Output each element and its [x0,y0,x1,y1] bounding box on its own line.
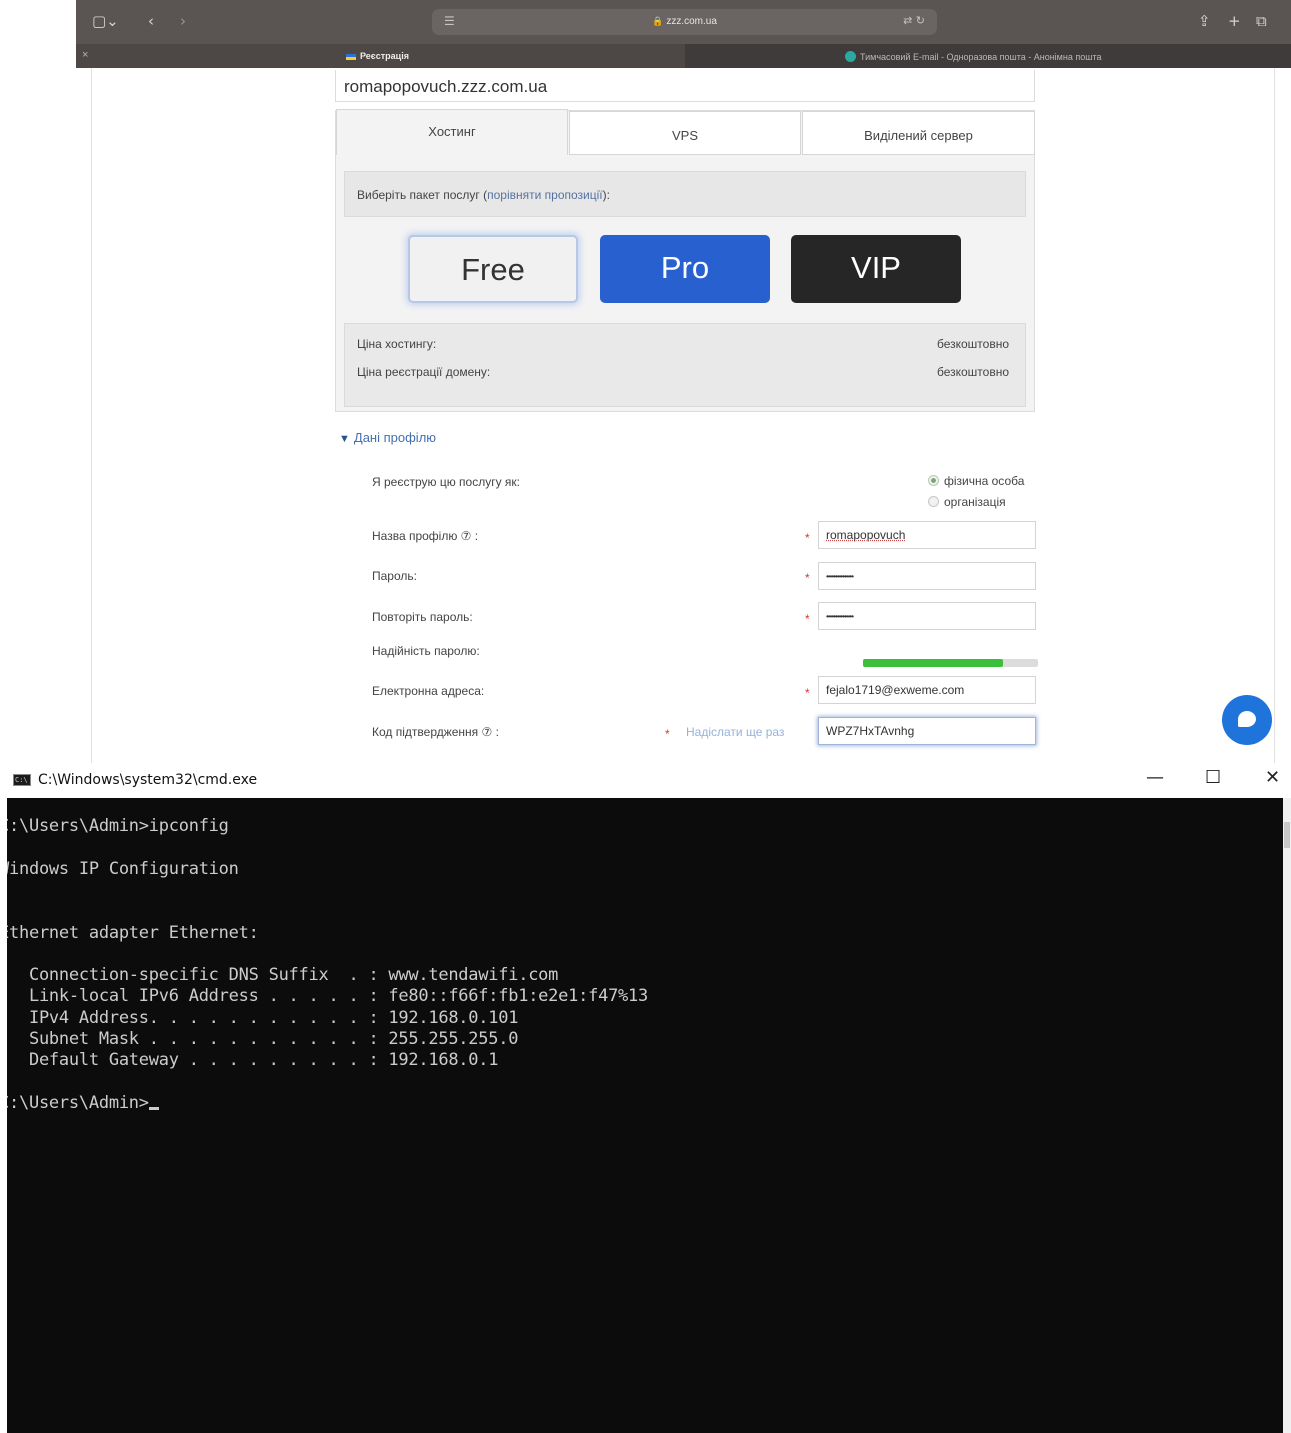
domain-field[interactable]: romapopovuch.zzz.com.ua [335,70,1035,102]
repeat-password-input[interactable]: ••••••••••••••• [818,602,1036,630]
translate-reload-icon[interactable]: ⇄ ↻ [903,14,925,27]
tab-temp-email[interactable]: Тимчасовий E-mail - Одноразова пошта - А… [685,44,1291,68]
plan-vip-button[interactable]: VIP [791,235,961,303]
cmd-app-icon: C:\ [13,774,31,786]
compare-plans-link[interactable]: порівняти пропозиції [487,188,603,202]
console-line: C:\Users\Admin>ipconfig [7,816,229,836]
price-label: Ціна хостингу: [357,337,437,351]
input-value: romapopovuch [826,528,906,542]
price-label: Ціна реєстрації домену: [357,365,491,379]
hosting-panel: Хостинг VPS Виділений сервер Виберіть па… [335,109,1035,412]
verification-code-label: Код підтвердження ⑦ : [372,725,499,739]
required-mark: * [805,612,810,626]
tab-registration[interactable]: × Реєстрація [76,44,685,68]
profile-data-toggle[interactable]: ▼ Дані профілю [339,430,436,445]
plan-prompt: Виберіть пакет послуг (порівняти пропози… [344,171,1026,217]
required-mark: * [805,686,810,700]
cmd-window: C:\ C:\Windows\system32\cmd.exe — ☐ ✕ C:… [0,763,1291,1433]
new-tab-icon[interactable]: + [1228,12,1241,30]
browser-toolbar: ▢⌄ ‹ › ☰ 🔒 zzz.com.ua ⇄ ↻ ⇪ + ⧉ [76,0,1291,44]
radio-individual[interactable]: фізична особа [928,474,1024,488]
minimize-icon[interactable]: — [1146,767,1164,788]
triangle-down-icon: ▼ [339,433,350,445]
console-line: IPv4 Address. . . . . . . . . . . : 192.… [7,1007,519,1028]
tabs-overview-icon[interactable]: ⧉ [1256,12,1267,30]
temp-mail-favicon-icon [845,51,856,62]
share-icon[interactable]: ⇪ [1198,12,1211,30]
cmd-title: C:\Windows\system32\cmd.exe [38,772,258,788]
maximize-icon[interactable]: ☐ [1205,767,1221,788]
radio-selected-icon [928,475,939,486]
console-line: Windows IP Configuration [7,858,239,879]
price-row-domain: Ціна реєстрації домену: безкоштовно [357,365,1013,381]
sidebar-toggle-icon[interactable]: ▢⌄ [92,12,119,30]
tab-strip: × Реєстрація Тимчасовий E-mail - Однораз… [76,44,1291,68]
console-line: Ethernet adapter Ethernet: [7,922,259,943]
email-label: Електронна адреса: [372,684,485,698]
required-mark: * [665,727,670,741]
address-bar[interactable]: ☰ 🔒 zzz.com.ua ⇄ ↻ [432,9,937,35]
plan-free-button[interactable]: Free [408,235,578,303]
required-mark: * [805,531,810,545]
console-line: C:\Users\Admin> [7,1093,159,1113]
tab-label: Реєстрація [360,51,409,61]
price-value: безкоштовно [936,337,1009,351]
radio-label: організація [944,495,1006,509]
profile-name-label: Назва профілю ⑦ : [372,529,479,543]
browser-window: ▢⌄ ‹ › ☰ 🔒 zzz.com.ua ⇄ ↻ ⇪ + ⧉ × Реєстра… [76,0,1291,763]
console-line: Link-local IPv6 Address . . . . . : fe80… [7,986,649,1007]
plan-pro-button[interactable]: Pro [600,235,770,303]
url-text: zzz.com.ua [666,16,717,27]
tab-vps[interactable]: VPS [569,111,801,155]
password-label: Пароль: [372,569,417,583]
password-strength-bar [863,659,1038,667]
console-line: Subnet Mask . . . . . . . . . . . : 255.… [7,1029,519,1049]
price-summary: Ціна хостингу: безкоштовно Ціна реєстрац… [344,323,1026,407]
email-input[interactable]: fejalo1719@exweme.com [818,676,1036,704]
tab-hosting[interactable]: Хостинг [336,109,568,155]
scrollbar-thumb[interactable] [1284,822,1290,848]
forward-icon[interactable]: › [180,12,186,30]
resend-code-link[interactable]: Надіслати ще раз [686,725,784,739]
cmd-console[interactable]: C:\Users\Admin>ipconfig Windows IP Config… [7,798,1283,1433]
profile-toggle-label: Дані профілю [353,430,437,445]
profile-name-input[interactable]: romapopovuch [818,521,1036,549]
console-line: Connection-specific DNS Suffix . : www.t… [7,965,559,986]
cmd-scrollbar[interactable] [1283,798,1291,1433]
verification-code-input[interactable]: WPZ7HxTAvnhg [818,717,1036,745]
repeat-password-label: Повторіть пароль: [372,610,473,624]
radio-organization[interactable]: організація [928,495,1006,509]
close-tab-icon[interactable]: × [82,49,88,61]
chat-widget-button[interactable] [1222,695,1272,745]
required-mark: * [805,571,810,585]
tab-label: Тимчасовий E-mail - Одноразова пошта - А… [860,52,1102,62]
console-cursor [148,1106,159,1110]
password-strength-fill [863,659,1003,667]
console-line: Default Gateway . . . . . . . . . : 192.… [7,1050,499,1071]
lock-icon: 🔒 [652,16,664,26]
price-value: безкоштовно [936,365,1009,379]
price-row-hosting: Ціна хостингу: безкоштовно [357,337,1013,353]
back-icon[interactable]: ‹ [148,12,154,30]
register-as-label: Я реєструю цю послугу як: [372,475,521,489]
ukraine-flag-icon [346,53,356,60]
cmd-titlebar[interactable]: C:\ C:\Windows\system32\cmd.exe — ☐ ✕ [0,763,1291,798]
close-icon[interactable]: ✕ [1265,767,1280,788]
plan-prompt-text: Виберіть пакет послуг [357,188,480,202]
tab-dedicated-server[interactable]: Виділений сервер [802,111,1035,155]
radio-label: фізична особа [944,474,1025,488]
registration-page: romapopovuch.zzz.com.ua Хостинг VPS Виді… [91,68,1275,763]
password-input[interactable]: ••••••••••••••• [818,562,1036,590]
password-strength-label: Надійність паролю: [372,644,480,658]
radio-unselected-icon [928,496,939,507]
